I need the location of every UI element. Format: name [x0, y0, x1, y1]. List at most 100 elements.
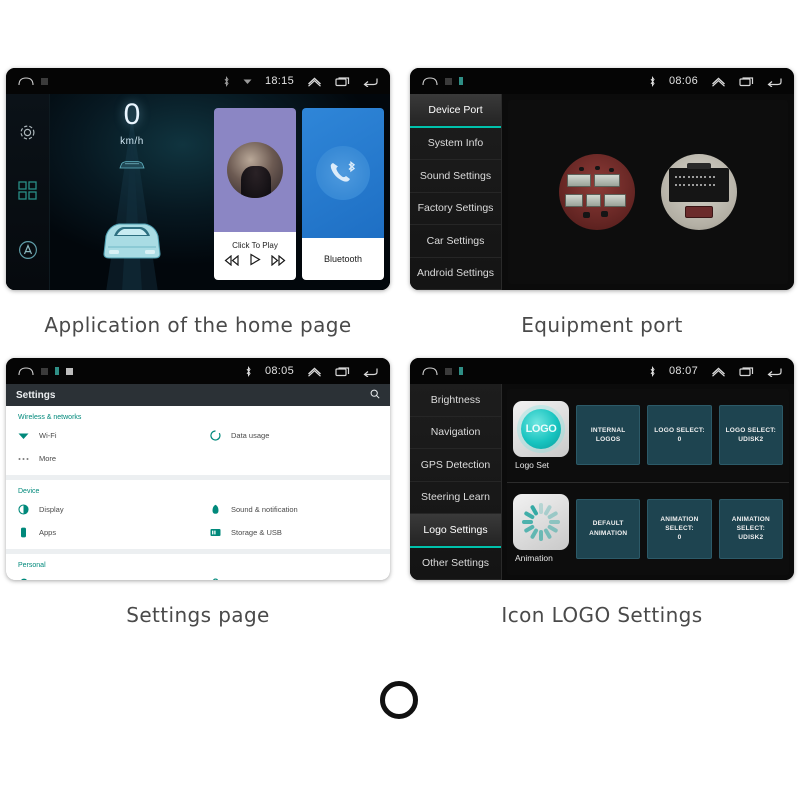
- tile-default-animation[interactable]: DEFAULT ANIMATION: [576, 498, 641, 559]
- settings-item-sound[interactable]: Sound & notification: [198, 498, 390, 521]
- recents-icon[interactable]: [739, 366, 754, 377]
- sidebar-item-car-settings[interactable]: Car Settings: [410, 225, 501, 258]
- equipment-content: [508, 100, 788, 284]
- next-track-icon[interactable]: [271, 253, 286, 271]
- sidebar-item-gps-detection[interactable]: GPS Detection: [410, 449, 501, 482]
- sidebar-item-android-settings[interactable]: Android Settings: [410, 258, 501, 290]
- caption-equipment: Equipment port: [521, 313, 683, 337]
- settings-item-location[interactable]: Location: [6, 572, 198, 580]
- settings-item-data-usage[interactable]: Data usage: [198, 424, 390, 447]
- sidebar-item-device-port[interactable]: Device Port: [410, 94, 501, 128]
- settings-row: Display Sound & notification: [6, 498, 390, 521]
- sidebar-item-factory-settings[interactable]: Factory Settings: [410, 193, 501, 225]
- settings-item-label: More: [39, 454, 57, 463]
- chevron-up-icon[interactable]: [307, 76, 322, 87]
- widget-music[interactable]: Click To Play: [214, 108, 296, 280]
- chevron-up-icon[interactable]: [711, 76, 726, 87]
- recents-icon[interactable]: [335, 366, 350, 377]
- prev-track-icon[interactable]: [224, 253, 239, 271]
- statusbar-right-icons: 08:07: [649, 365, 782, 377]
- settings-section-device: Device Display Sound & notification Apps…: [6, 480, 390, 549]
- battery-indicator-icon: [459, 77, 463, 85]
- animation-row: Animation DEFAULT ANIMATION ANIMATION SE…: [507, 481, 789, 576]
- sidebar-item-brightness[interactable]: Brightness: [410, 384, 501, 417]
- tile-logo-select-0[interactable]: LOGO SELECT: 0: [647, 405, 712, 466]
- animation-preview-caption: Animation: [515, 553, 553, 564]
- back-icon[interactable]: [363, 76, 378, 87]
- settings-list[interactable]: Wireless & networks Wi-Fi Data usage Mor…: [6, 406, 390, 580]
- home-icon[interactable]: [18, 366, 34, 376]
- notification-dot-icon: [41, 77, 48, 85]
- statusbar-left-icons: [18, 76, 48, 86]
- recents-icon[interactable]: [739, 76, 754, 87]
- settings-item-display[interactable]: Display: [6, 498, 198, 521]
- grid-icon[interactable]: [18, 181, 37, 205]
- battery-indicator-icon: [459, 367, 463, 375]
- settings-item-label: Display: [39, 505, 64, 514]
- statusbar-equipment: 08:06: [410, 68, 794, 94]
- statusbar-left-icons: [422, 76, 463, 86]
- home-dashboard: 0 km/h Click To Play Bluetooth: [6, 94, 390, 290]
- caption-settings: Settings page: [126, 603, 270, 627]
- wifi-icon: [243, 77, 252, 85]
- bluetooth-icon: [245, 365, 252, 377]
- sidebar-item-logo-settings[interactable]: Logo Settings: [410, 514, 501, 548]
- location-pin-icon: [18, 578, 29, 580]
- home-left-rail: [6, 94, 50, 290]
- back-icon[interactable]: [767, 76, 782, 87]
- home-icon[interactable]: [422, 366, 438, 376]
- storage-indicator-icon: [66, 367, 73, 375]
- panel-equipment-port: 08:06 Device Port System Info Sound Sett…: [410, 68, 794, 290]
- bluetooth-icon: [649, 365, 656, 377]
- chevron-up-icon[interactable]: [711, 366, 726, 377]
- chevron-up-icon[interactable]: [307, 366, 322, 377]
- sidebar-item-sound-settings[interactable]: Sound Settings: [410, 160, 501, 193]
- home-icon[interactable]: [422, 76, 438, 86]
- sidebar-item-steering-learn[interactable]: Steering Learn: [410, 482, 501, 514]
- speed-value: 0: [123, 98, 141, 131]
- settings-section-wireless: Wireless & networks Wi-Fi Data usage Mor…: [6, 406, 390, 475]
- settings-row: Location Security: [6, 572, 390, 580]
- settings-item-more[interactable]: More: [6, 447, 198, 470]
- sidebar-item-system-info[interactable]: System Info: [410, 128, 501, 160]
- battery-indicator-icon: [55, 367, 59, 375]
- sidebar-item-other-settings[interactable]: Other Settings: [410, 548, 501, 580]
- bluetooth-icon: [649, 75, 656, 87]
- home-icon[interactable]: [18, 76, 34, 86]
- status-time: 08:07: [668, 365, 698, 377]
- animation-preview-tile[interactable]: [513, 494, 569, 551]
- logo-preview-tile[interactable]: LOGO: [513, 400, 569, 457]
- recents-icon[interactable]: [335, 76, 350, 87]
- animation-preview-wrap: Animation: [513, 494, 569, 563]
- car-ego-icon: [99, 214, 165, 265]
- widget-bluetooth[interactable]: Bluetooth: [302, 108, 384, 280]
- sidebar-item-navigation[interactable]: Navigation: [410, 417, 501, 449]
- search-icon[interactable]: [370, 389, 380, 402]
- back-icon[interactable]: [767, 366, 782, 377]
- circled-a-icon[interactable]: [18, 240, 38, 265]
- tile-internal-logos[interactable]: INTERNAL LOGOS: [576, 405, 641, 466]
- play-icon[interactable]: [249, 253, 261, 271]
- gear-icon[interactable]: [18, 123, 37, 147]
- tile-animation-select-0[interactable]: ANIMATION SELECT: 0: [647, 498, 712, 559]
- settings-item-wifi[interactable]: Wi-Fi: [6, 424, 198, 447]
- statusbar-right-icons: 08:05: [245, 365, 378, 377]
- settings-item-apps[interactable]: Apps: [6, 521, 198, 544]
- sound-icon: [210, 504, 221, 515]
- settings-item-label: Sound & notification: [231, 505, 298, 514]
- tile-logo-select-udisk2[interactable]: LOGO SELECT: UDISK2: [718, 405, 783, 466]
- tile-animation-select-udisk2[interactable]: ANIMATION SELECT: UDISK2: [718, 498, 783, 559]
- notification-dot-icon: [445, 367, 452, 375]
- speed-unit: km/h: [120, 136, 144, 147]
- settings-item-security[interactable]: Security: [198, 572, 390, 580]
- back-icon[interactable]: [363, 366, 378, 377]
- logo-preview-caption: Logo Set: [515, 459, 550, 470]
- logo-preview-wrap: LOGO Logo Set: [513, 400, 569, 470]
- caption-logo-settings: Icon LOGO Settings: [501, 603, 703, 627]
- panel-logo-settings: 08:07 Brightness Navigation GPS Detectio…: [410, 358, 794, 580]
- logo-content: LOGO Logo Set INTERNAL LOGOS LOGO SELECT…: [507, 389, 789, 575]
- panel-home: 18:15 0 km/h Click To Play Bluetooth: [6, 68, 390, 290]
- screenshot-root: 18:15 0 km/h Click To Play Bluetooth App…: [0, 0, 800, 800]
- statusbar-home: 18:15: [6, 68, 390, 94]
- settings-item-storage[interactable]: Storage & USB: [198, 521, 390, 544]
